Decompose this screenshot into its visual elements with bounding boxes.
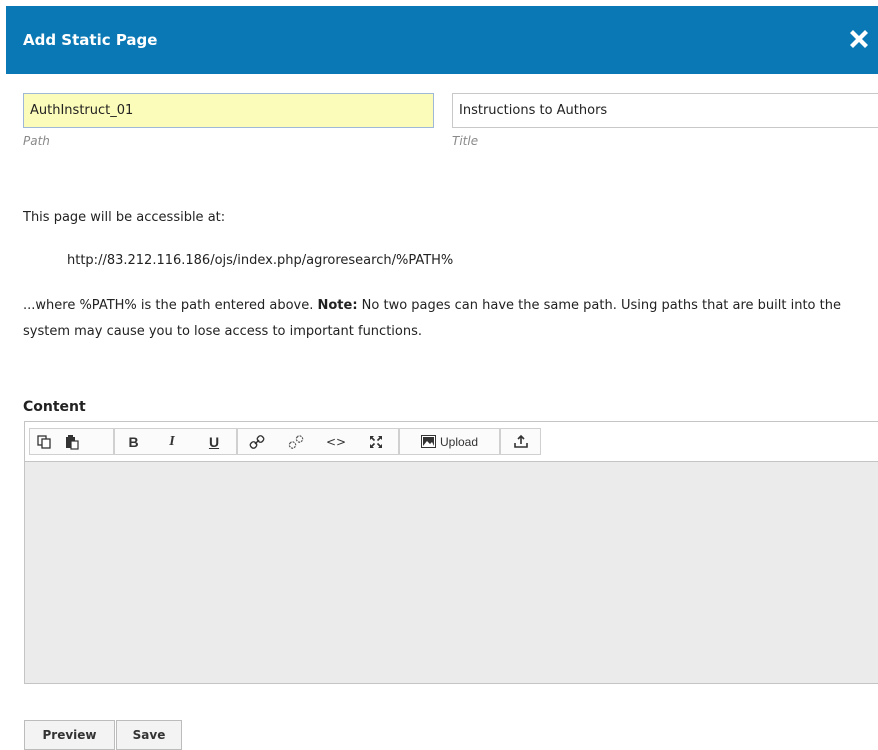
- upload-label: Upload: [439, 434, 479, 449]
- modal-header: Add Static Page: [6, 6, 878, 74]
- link-icon[interactable]: [238, 429, 276, 454]
- insert-file-icon[interactable]: [501, 429, 540, 454]
- path-label: Path: [23, 134, 50, 148]
- title-input[interactable]: [452, 93, 878, 128]
- link-group: <>: [237, 428, 399, 455]
- content-editor: B I U <> Upload: [24, 421, 878, 684]
- modal-title: Add Static Page: [23, 31, 158, 49]
- upload-button[interactable]: Upload: [400, 429, 499, 454]
- preview-button[interactable]: Preview: [24, 720, 115, 750]
- image-icon: [420, 435, 436, 448]
- accessible-text: This page will be accessible at:: [23, 210, 226, 225]
- path-input[interactable]: [23, 93, 434, 128]
- bold-button[interactable]: B: [115, 429, 152, 454]
- page-url: http://83.212.116.186/ojs/index.php/agro…: [67, 253, 454, 268]
- insert-group: [500, 428, 541, 455]
- format-group: B I U: [114, 428, 237, 455]
- content-label: Content: [23, 399, 86, 415]
- underline-button[interactable]: U: [192, 429, 236, 454]
- upload-group: Upload: [399, 428, 500, 455]
- note-label: Note:: [317, 298, 358, 313]
- title-label: Title: [452, 134, 479, 148]
- path-note: ...where %PATH% is the path entered abov…: [23, 293, 878, 345]
- unlink-icon[interactable]: [276, 429, 316, 454]
- fullscreen-icon[interactable]: [356, 429, 396, 454]
- editor-toolbar: B I U <> Upload: [25, 422, 878, 462]
- editor-text-area[interactable]: [25, 462, 878, 683]
- italic-button[interactable]: I: [152, 429, 192, 454]
- code-button[interactable]: <>: [316, 429, 356, 454]
- save-button[interactable]: Save: [116, 720, 182, 750]
- copy-icon[interactable]: [30, 429, 58, 454]
- paste-icon[interactable]: [58, 429, 86, 454]
- where-prefix: ...where %PATH% is the path entered abov…: [23, 298, 318, 313]
- clipboard-group: [29, 428, 114, 455]
- close-icon[interactable]: [844, 24, 874, 54]
